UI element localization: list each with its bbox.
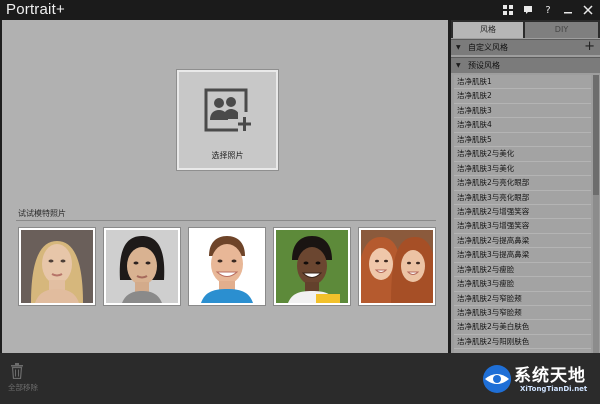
preset-style-section[interactable]: ▼ 预设风格 <box>451 57 600 73</box>
style-panel: 风格 DIY ▼ 自定义风格 + ▼ 预设风格 洁净肌肤1 洁净肌肤2 洁净肌肤3 洁… <box>451 20 600 353</box>
preset-style-item[interactable]: 洁净肌肤2与阳刚肤色 <box>454 335 591 350</box>
close-icon[interactable] <box>580 2 596 18</box>
preset-style-list: 洁净肌肤1 洁净肌肤2 洁净肌肤3 洁净肌肤4 洁净肌肤5 洁净肌肤2与美化 洁净肌肤3与美… <box>454 75 591 353</box>
preset-style-item[interactable]: 洁净肌肤3与亮化眼部 <box>454 191 591 205</box>
select-photo-label: 选择照片 <box>211 151 244 160</box>
preset-style-item[interactable]: 洁净肌肤4 <box>454 118 591 133</box>
preset-style-item[interactable]: 洁净肌肤2与美化 <box>454 147 591 162</box>
photo-canvas: 选择照片 试试模特照片 <box>2 20 448 353</box>
tab-style[interactable]: 风格 <box>453 22 523 38</box>
remove-all-label[interactable]: 全部移除 <box>8 382 38 393</box>
preset-style-item[interactable]: 洁净肌肤3 <box>454 104 591 119</box>
title-bar-controls: ? <box>500 2 596 18</box>
tab-diy[interactable]: DIY <box>525 22 598 38</box>
trash-icon[interactable] <box>10 363 24 379</box>
help-button[interactable]: ? <box>540 2 556 18</box>
preset-style-item[interactable]: 洁净肌肤3与提高鼻梁 <box>454 248 591 263</box>
collapse-arrow-icon: ▼ <box>456 62 461 69</box>
model-photos-heading: 试试模特照片 <box>18 209 66 218</box>
model-photo-5[interactable] <box>358 227 436 306</box>
model-photo-4[interactable] <box>273 227 351 306</box>
app-title: Portrait+ <box>6 1 65 18</box>
globe-logo-icon <box>483 365 511 393</box>
preset-style-item[interactable]: 洁净肌肤2与亮化眼部 <box>454 176 591 191</box>
preset-style-item[interactable]: 洁净肌肤2与增强笑容 <box>454 205 591 220</box>
preset-style-item[interactable]: 洁净肌肤3与美化 <box>454 162 591 177</box>
preset-style-item[interactable]: 洁净肌肤1 <box>454 75 591 90</box>
brand-name: 系统天地 <box>514 366 586 386</box>
add-people-icon <box>204 88 252 134</box>
custom-style-section[interactable]: ▼ 自定义风格 + <box>451 39 600 55</box>
bottom-bar: 全部移除 系统天地 XiTongTianDi.net <box>0 353 600 404</box>
preset-style-item[interactable]: 洁净肌肤5 <box>454 133 591 148</box>
watermark-logo: 系统天地 XiTongTianDi.net <box>480 355 598 403</box>
model-photo-1[interactable] <box>18 227 96 306</box>
divider <box>16 220 436 221</box>
brand-url: XiTongTianDi.net <box>520 385 588 393</box>
preset-style-item[interactable]: 洁净肌肤2 <box>454 89 591 104</box>
title-bar: Portrait+ ? <box>0 0 600 20</box>
custom-style-label: 自定义风格 <box>468 43 508 52</box>
scrollbar-thumb[interactable] <box>593 75 599 195</box>
preset-style-item[interactable]: 洁净肌肤3与增强笑容 <box>454 219 591 234</box>
preset-style-item[interactable]: 洁净肌肤2与提高鼻梁 <box>454 234 591 249</box>
preset-style-item[interactable]: 洁净肌肤2与美白肤色 <box>454 320 591 335</box>
minimize-icon[interactable] <box>560 2 576 18</box>
preset-style-item[interactable]: 洁净肌肤2与瘦脸 <box>454 263 591 278</box>
preset-style-label: 预设风格 <box>468 61 500 70</box>
model-photo-2[interactable] <box>103 227 181 306</box>
select-photo-button[interactable]: 选择照片 <box>176 69 279 171</box>
preset-style-item[interactable]: 洁净肌肤3与窄脸颊 <box>454 306 591 321</box>
preset-style-item[interactable]: 洁净肌肤3与瘦脸 <box>454 277 591 292</box>
grid-menu-icon[interactable] <box>500 2 516 18</box>
collapse-arrow-icon: ▼ <box>456 44 461 51</box>
panel-tabs: 风格 DIY <box>451 20 600 38</box>
add-style-icon[interactable]: + <box>584 39 595 54</box>
scrollbar[interactable] <box>593 75 599 353</box>
message-icon[interactable] <box>520 2 536 18</box>
model-photo-3[interactable] <box>188 227 266 306</box>
preset-style-item[interactable]: 洁净肌肤2与窄脸颊 <box>454 292 591 306</box>
